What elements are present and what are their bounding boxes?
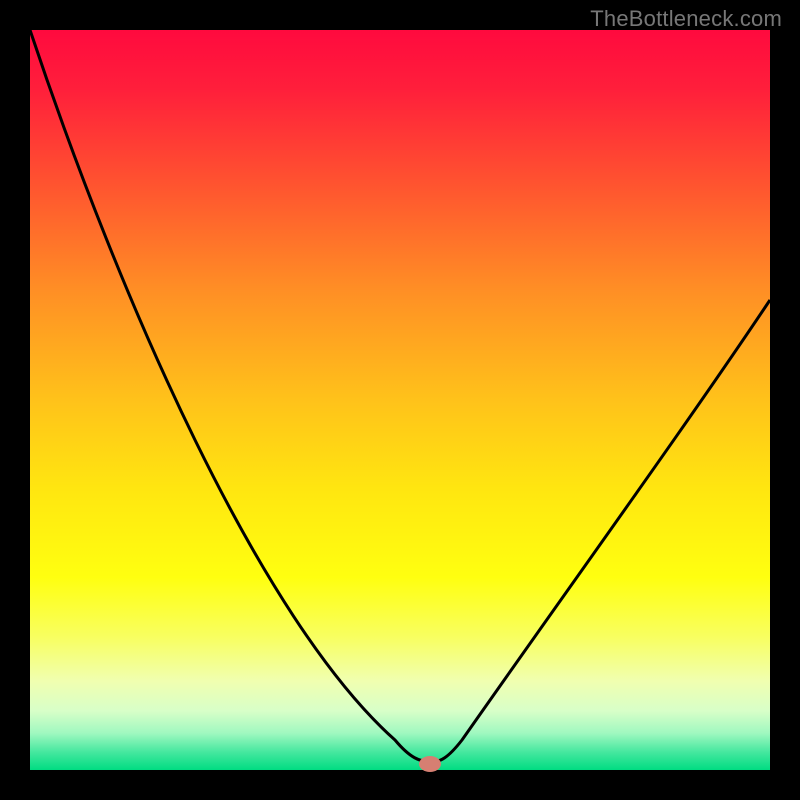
watermark-text: TheBottleneck.com xyxy=(590,6,782,32)
optimal-point-marker xyxy=(419,756,441,772)
chart-container: TheBottleneck.com xyxy=(0,0,800,800)
bottleneck-chart xyxy=(0,0,800,800)
plot-background xyxy=(30,30,770,770)
